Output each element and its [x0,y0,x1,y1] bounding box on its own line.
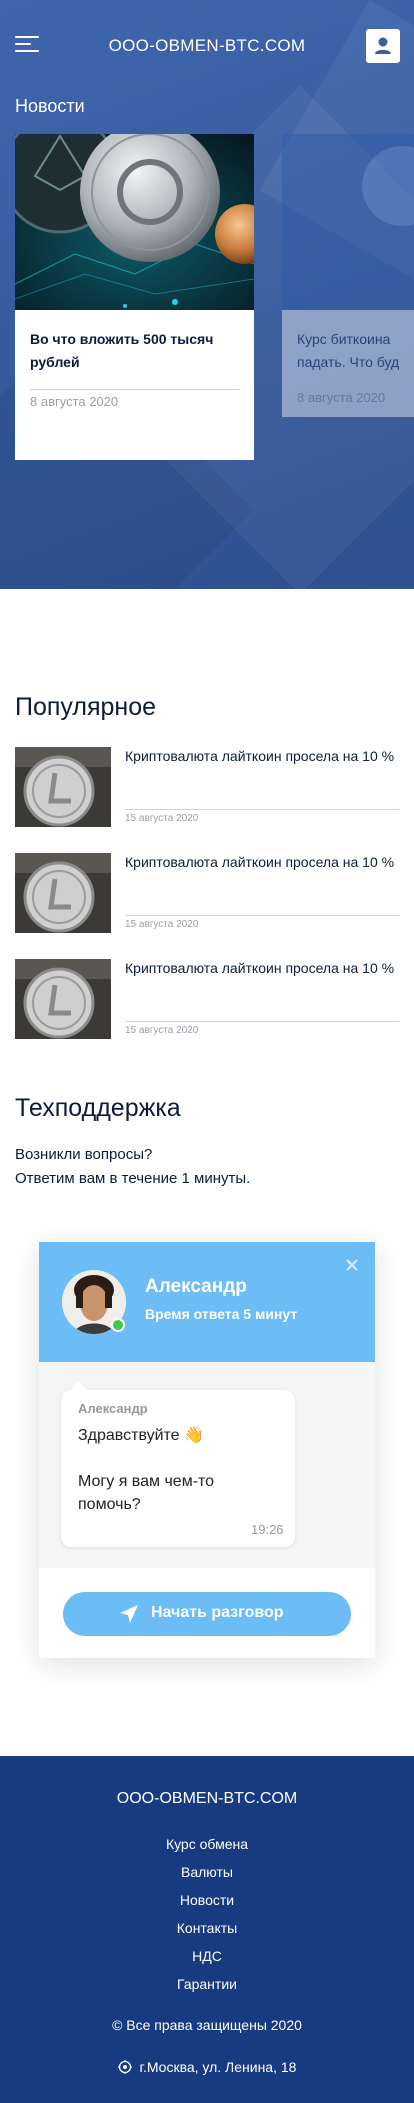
popular-item-date: 15 августа 2020 [125,813,199,824]
support-line-1: Возникли вопросы? [15,1146,153,1163]
footer-link-currencies[interactable]: Валюты [0,1864,414,1880]
news-title: Курс биткоина падать. Что буд [297,331,400,370]
crypto-coins-image [15,134,254,310]
litecoin-image [15,853,111,933]
news-heading: Новости [15,96,85,116]
popular-heading: Популярное [15,693,157,721]
divider [125,915,399,916]
news-date: 8 августа 2020 [297,390,386,405]
footer-link-rates[interactable]: Курс обмена [0,1836,414,1852]
litecoin-image [15,747,111,827]
news-title: Во что вложить 500 тысяч рублей [30,331,214,370]
bubble-tail [70,1381,88,1399]
bitcoin-image [282,134,414,310]
online-status-indicator [111,1318,125,1332]
message-text: Здравствуйте 👋 Могу я вам чем-то помочь? [78,1424,278,1516]
footer-link-contacts[interactable]: Контакты [0,1920,414,1936]
close-icon[interactable] [343,1256,361,1274]
popular-item[interactable]: Криптовалюта лайткоин просела на 10 % 15… [15,853,399,935]
message-author: Александр [78,1401,148,1416]
message-greeting: Здравствуйте 👋 [78,1427,204,1444]
footer-link-guarantees[interactable]: Гарантии [0,1976,414,1992]
message-question: Могу я вам чем-то помочь? [78,1473,215,1513]
site-brand[interactable]: OOO-OBMEN-BTC.COM [0,36,414,56]
popular-item[interactable]: Криптовалюта лайткоин просела на 10 % 15… [15,959,399,1041]
popular-item-date: 15 августа 2020 [125,919,199,930]
footer-link-vat[interactable]: НДС [0,1948,414,1964]
send-icon [120,1605,138,1623]
address: г.Москва, ул. Ленина, 18 [0,2059,414,2075]
start-conversation-label: Начать разговор [151,1604,284,1621]
divider [30,389,240,390]
popular-item-title: Криптовалюта лайткоин просела на 10 % [125,854,395,870]
agent-name: Александр [145,1276,247,1297]
popular-item-date: 15 августа 2020 [125,1025,199,1036]
news-date: 8 августа 2020 [30,394,119,409]
response-time: Время ответа 5 минут [145,1306,298,1322]
divider [125,809,399,810]
top-bar: OOO-OBMEN-BTC.COM [0,0,414,96]
footer: OOO-OBMEN-BTC.COM Курс обмена Валюты Нов… [0,1756,414,2103]
footer-brand[interactable]: OOO-OBMEN-BTC.COM [0,1790,414,1808]
news-card[interactable]: Курс биткоина падать. Что буд 8 августа … [282,134,414,417]
chat-messages: Александр Здравствуйте 👋 Могу я вам чем-… [39,1362,375,1568]
user-icon [375,37,391,54]
chat-widget: Александр Время ответа 5 минут Александр… [39,1242,375,1658]
divider [125,1021,399,1022]
support-description: Возникли вопросы? Ответим вам в течение … [15,1143,250,1191]
address-text: г.Москва, ул. Ленина, 18 [139,2059,297,2075]
chat-header: Александр Время ответа 5 минут [39,1242,375,1362]
litecoin-image [15,959,111,1039]
news-card[interactable]: Во что вложить 500 тысяч рублей 8 август… [15,134,254,460]
message-time: 19:26 [251,1522,284,1537]
support-line-2: Ответим вам в течение 1 минуты. [15,1170,251,1187]
profile-button[interactable] [366,29,400,63]
location-pin-icon [117,2060,132,2074]
popular-item-title: Криптовалюта лайткоин просела на 10 % [125,960,395,976]
hero-section: OOO-OBMEN-BTC.COM Новости Во что вложить… [0,0,414,589]
message-bubble: Александр Здравствуйте 👋 Могу я вам чем-… [61,1381,295,1547]
support-heading: Техподдержка [15,1094,181,1122]
footer-link-news[interactable]: Новости [0,1892,414,1908]
popular-item-title: Криптовалюта лайткоин просела на 10 % [125,748,395,764]
start-conversation-button[interactable]: Начать разговор [63,1592,351,1636]
popular-item[interactable]: Криптовалюта лайткоин просела на 10 % 15… [15,747,399,829]
copyright: © Все права защищены 2020 [112,2017,302,2033]
